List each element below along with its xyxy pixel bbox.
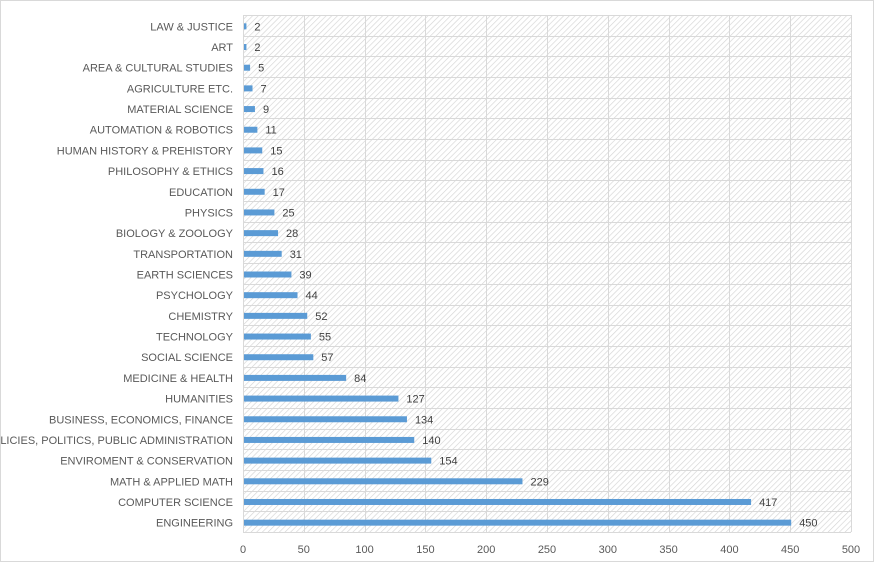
data-label: 15 bbox=[270, 145, 282, 157]
x-tick-label: 50 bbox=[298, 544, 310, 556]
data-label: 11 bbox=[265, 125, 276, 137]
category-label: SOCIAL SCIENCE bbox=[141, 352, 233, 364]
category-label: MATH & APPLIED MATH bbox=[110, 476, 233, 488]
bar bbox=[244, 416, 407, 423]
bar bbox=[244, 292, 298, 299]
category-label: EDUCATION bbox=[169, 187, 233, 199]
x-tick-label: 100 bbox=[355, 544, 373, 556]
data-label: 140 bbox=[422, 435, 440, 447]
data-label: 134 bbox=[415, 414, 433, 426]
category-label: AREA & CULTURAL STUDIES bbox=[83, 63, 233, 75]
category-labels: LAW & JUSTICE ART AREA & CULTURAL STUDIES A… bbox=[1, 21, 234, 529]
data-label: 9 bbox=[263, 104, 269, 116]
x-tick-label: 350 bbox=[659, 544, 677, 556]
category-label: BIOLOGY & ZOOLOGY bbox=[116, 228, 234, 240]
data-label: 31 bbox=[290, 249, 302, 261]
bar bbox=[244, 147, 263, 154]
data-label: 154 bbox=[439, 456, 457, 468]
data-label: 17 bbox=[273, 187, 285, 199]
data-label: 25 bbox=[282, 207, 294, 219]
category-label: AUTOMATION & ROBOTICS bbox=[90, 125, 233, 137]
bar bbox=[244, 188, 265, 195]
bar bbox=[244, 312, 308, 319]
bar bbox=[244, 333, 311, 340]
data-label: 57 bbox=[321, 352, 333, 364]
x-tick-label: 200 bbox=[477, 544, 495, 556]
bar bbox=[244, 436, 415, 443]
x-tick-label: 0 bbox=[240, 544, 246, 556]
data-label: 5 bbox=[258, 63, 264, 75]
data-label: 7 bbox=[261, 83, 267, 95]
data-label: 127 bbox=[406, 394, 424, 406]
bar bbox=[244, 354, 314, 361]
bar bbox=[244, 271, 292, 278]
bar bbox=[244, 106, 255, 113]
data-label: 450 bbox=[799, 518, 817, 530]
category-label: HUMAN HISTORY & PREHISTORY bbox=[57, 145, 234, 157]
category-label: LAW & JUSTICE bbox=[150, 21, 233, 33]
bar bbox=[244, 230, 279, 237]
bar bbox=[244, 519, 792, 526]
category-label: COMPUTER SCIENCE bbox=[118, 497, 233, 509]
category-label: CHEMISTRY bbox=[168, 311, 233, 323]
bar bbox=[244, 126, 258, 133]
x-tick-label: 250 bbox=[538, 544, 556, 556]
bar bbox=[244, 85, 253, 92]
bar bbox=[244, 478, 523, 485]
data-label: 229 bbox=[530, 476, 548, 488]
bar-chart: LAW & JUSTICE ART AREA & CULTURAL STUDIES A… bbox=[1, 15, 860, 556]
category-label: PHYSICS bbox=[185, 207, 233, 219]
bar bbox=[244, 64, 251, 71]
category-label: ENGINEERING bbox=[156, 518, 233, 530]
category-label: MEDICINE & HEALTH bbox=[123, 373, 233, 385]
data-label: 44 bbox=[306, 290, 318, 302]
data-label: 28 bbox=[286, 228, 298, 240]
category-label: PHILOSOPHY & ETHICS bbox=[108, 166, 233, 178]
x-tick-label: 300 bbox=[599, 544, 617, 556]
bar bbox=[244, 457, 432, 464]
bar bbox=[244, 395, 399, 402]
category-label: POLICIES, POLITICS, PUBLIC ADMINISTRATIO… bbox=[1, 435, 233, 447]
data-label: 417 bbox=[759, 497, 777, 509]
x-tick-label: 150 bbox=[416, 544, 434, 556]
data-label: 39 bbox=[299, 270, 311, 282]
data-label: 84 bbox=[354, 373, 366, 385]
data-label: 52 bbox=[315, 311, 327, 323]
bar bbox=[244, 209, 275, 216]
x-tick-label: 400 bbox=[720, 544, 738, 556]
category-label: MATERIAL SCIENCE bbox=[127, 104, 233, 116]
data-label: 16 bbox=[271, 166, 283, 178]
category-label: EARTH SCIENCES bbox=[137, 270, 233, 282]
x-tick-label: 500 bbox=[842, 544, 860, 556]
data-label: 2 bbox=[254, 21, 260, 33]
x-tick-label: 450 bbox=[781, 544, 799, 556]
category-label: BUSINESS, ECONOMICS, FINANCE bbox=[49, 414, 233, 426]
category-label: TECHNOLOGY bbox=[156, 332, 234, 344]
category-label: HUMANITIES bbox=[165, 394, 233, 406]
category-label: PSYCHOLOGY bbox=[156, 290, 234, 302]
data-label: 2 bbox=[254, 42, 260, 54]
bar bbox=[244, 498, 752, 505]
bar bbox=[244, 250, 282, 257]
category-label: ART bbox=[211, 42, 233, 54]
bar bbox=[244, 374, 347, 381]
data-label: 55 bbox=[319, 332, 331, 344]
bar bbox=[244, 23, 247, 30]
x-axis-ticks: 0 50 100 150 200 250 300 350 400 450 500 bbox=[240, 544, 860, 556]
category-label: TRANSPORTATION bbox=[133, 249, 233, 261]
chart-frame: LAW & JUSTICE ART AREA & CULTURAL STUDIES A… bbox=[0, 0, 874, 562]
category-label: AGRICULTURE ETC. bbox=[127, 83, 233, 95]
bar bbox=[244, 168, 264, 175]
bar bbox=[244, 44, 247, 51]
category-label: ENVIROMENT & CONSERVATION bbox=[60, 456, 233, 468]
